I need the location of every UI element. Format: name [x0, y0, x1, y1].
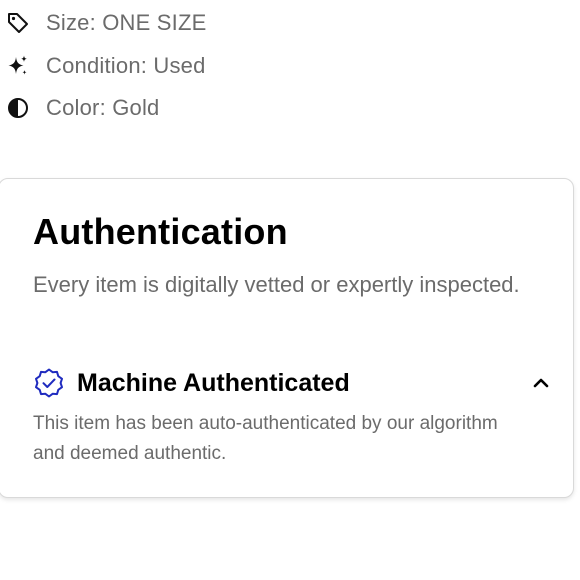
attribute-color-label: Color: Gold [46, 95, 160, 120]
authentication-description: Every item is digitally vetted or expert… [33, 272, 520, 297]
attribute-size-label: Size: ONE SIZE [46, 10, 207, 35]
machine-authenticated-description: This item has been auto-authenticated by… [33, 413, 498, 464]
attribute-size: Size: ONE SIZE [6, 8, 207, 38]
attribute-condition-label: Condition: Used [46, 53, 206, 78]
tag-icon [6, 11, 30, 35]
half-circle-icon [6, 96, 30, 120]
machine-authenticated-toggle[interactable]: Machine Authenticated [33, 365, 553, 401]
attribute-color: Color: Gold [6, 93, 159, 123]
chevron-up-icon[interactable] [529, 371, 553, 395]
machine-authenticated-title: Machine Authenticated [77, 368, 350, 397]
authentication-title: Authentication [33, 211, 288, 252]
authentication-card: Authentication Every item is digitally v… [0, 178, 574, 498]
attribute-condition: Condition: Used [6, 51, 206, 81]
verified-badge-icon [33, 367, 65, 399]
sparkle-icon [6, 54, 30, 78]
